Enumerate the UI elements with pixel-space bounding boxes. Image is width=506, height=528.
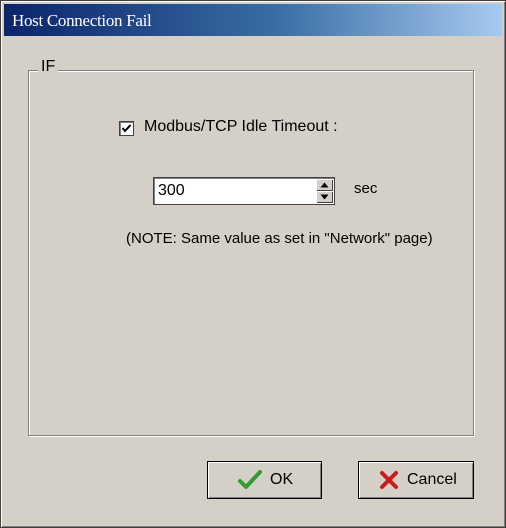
cancel-button-label: Cancel: [407, 471, 457, 488]
arrow-up-icon: [320, 182, 329, 188]
ok-button-label: OK: [270, 471, 294, 488]
window-title: Host Connection Fail: [12, 11, 152, 30]
red-x-icon: [380, 471, 398, 489]
idle-timeout-checkbox[interactable]: [119, 121, 134, 136]
title-bar[interactable]: Host Connection Fail: [4, 4, 502, 36]
spin-up-button[interactable]: [316, 179, 333, 191]
timeout-spinbox[interactable]: 300: [153, 177, 335, 205]
green-check-icon: [238, 470, 262, 489]
timeout-value[interactable]: 300: [158, 182, 185, 200]
arrow-down-icon: [320, 194, 329, 200]
checkmark-icon: [121, 124, 132, 133]
ok-button[interactable]: OK: [207, 461, 322, 499]
spin-buttons: [316, 179, 333, 203]
spin-down-button[interactable]: [316, 191, 333, 203]
groupbox-legend: IF: [38, 58, 59, 76]
unit-label: sec: [354, 180, 378, 197]
note-text: (NOTE: Same value as set in "Network" pa…: [126, 230, 433, 247]
idle-timeout-label[interactable]: Modbus/TCP Idle Timeout :: [144, 118, 338, 136]
cancel-button[interactable]: Cancel: [358, 461, 474, 499]
